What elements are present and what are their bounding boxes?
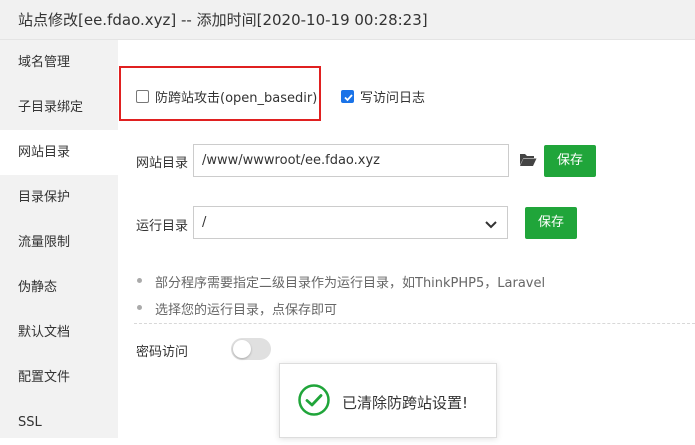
sidebar-item-site-directory[interactable]: 网站目录 [0, 130, 118, 175]
toggle-knob [233, 340, 251, 358]
toast-message: 已清除防跨站设置! [342, 394, 469, 412]
access-log-checkbox[interactable] [341, 90, 354, 103]
tip-text: 部分程序需要指定二级目录作为运行目录，如ThinkPHP5，Laravel [155, 276, 546, 291]
anti-xss-checkbox[interactable] [136, 90, 149, 103]
check-icon [344, 94, 353, 102]
sidebar-item-config-file[interactable]: 配置文件 [0, 355, 118, 400]
run-dir-select[interactable]: / [193, 206, 508, 239]
run-dir-value: / [202, 215, 207, 230]
site-dir-input[interactable]: /www/wwwroot/ee.fdao.xyz [193, 144, 509, 177]
tip-bullet [137, 278, 142, 283]
sidebar: 域名管理 子目录绑定 网站目录 目录保护 流量限制 伪静态 默认文档 配置文件 … [0, 40, 118, 438]
site-dir-save-button[interactable]: 保存 [544, 145, 596, 177]
check-circle-icon [297, 383, 331, 421]
folder-open-icon[interactable] [519, 152, 537, 171]
chevron-down-icon [484, 215, 498, 234]
tip-text: 选择您的运行目录，点保存即可 [155, 303, 338, 318]
divider [134, 323, 695, 324]
sidebar-item-dir-protection[interactable]: 目录保护 [0, 175, 118, 220]
password-access-toggle[interactable] [231, 338, 271, 360]
dialog-titlebar: 站点修改[ee.fdao.xyz] -- 添加时间[2020-10-19 00:… [0, 0, 695, 40]
password-access-label: 密码访问 [136, 345, 189, 360]
sidebar-item-subdir-binding[interactable]: 子目录绑定 [0, 85, 118, 130]
site-dir-label: 网站目录 [136, 156, 189, 171]
sidebar-item-ssl[interactable]: SSL [0, 400, 118, 445]
run-dir-save-button[interactable]: 保存 [525, 207, 577, 239]
dialog-title: 站点修改[ee.fdao.xyz] -- 添加时间[2020-10-19 00:… [18, 11, 428, 29]
toast-notification: 已清除防跨站设置! [279, 363, 497, 438]
run-dir-label: 运行目录 [136, 219, 189, 234]
sidebar-item-domains[interactable]: 域名管理 [0, 40, 118, 85]
sidebar-item-rewrite[interactable]: 伪静态 [0, 265, 118, 310]
access-log-label: 写访问日志 [360, 91, 426, 106]
tip-bullet [137, 305, 142, 310]
sidebar-item-default-doc[interactable]: 默认文档 [0, 310, 118, 355]
anti-xss-label: 防跨站攻击(open_basedir) [155, 91, 318, 106]
sidebar-item-traffic-limit[interactable]: 流量限制 [0, 220, 118, 265]
